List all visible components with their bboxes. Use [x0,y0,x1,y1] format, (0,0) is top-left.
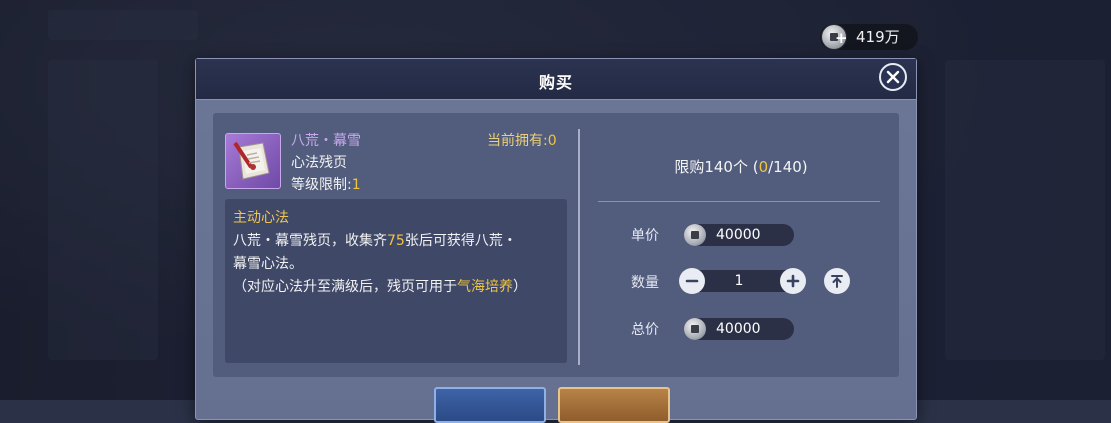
limit-text: /140) [768,158,808,176]
max-quantity-icon [831,275,843,288]
item-name: 八荒・幕雪 [291,133,361,149]
description-highlight-link: 气海培养 [457,279,513,295]
scroll-page-icon [233,141,270,180]
dialog-title: 购买 [538,73,573,92]
description-text: ） [513,279,527,295]
limit-text: 限购140个 ( [674,158,759,176]
unit-price-value: 40000 [716,227,761,243]
currency-amount: 419万 [856,28,900,46]
dialog-content: 八荒・幕雪 心法残页 等级限制:1 当前拥有:0 主动心法 八荒・幕雪残页，收集… [213,113,899,377]
total-price-value: 40000 [716,321,761,337]
plus-icon [786,274,800,288]
owned-value: 0 [547,133,557,149]
description-line: （对应心法升至满级后，残页可用于气海培养） [233,276,527,296]
description-box: 主动心法 八荒・幕雪残页，收集齐75张后可获得八荒・ 幕雪心法。 （对应心法升至… [225,199,567,363]
item-type: 心法残页 [291,155,347,171]
description-heading: 主动心法 [233,210,289,226]
description-highlight-count: 75 [387,233,405,249]
description-line: 幕雪心法。 [233,256,303,272]
minus-icon [685,279,699,283]
decrease-quantity-button[interactable] [679,268,705,294]
silver-coin-icon [684,318,706,340]
close-icon [886,70,900,84]
increase-quantity-button[interactable] [780,268,806,294]
dialog-title-bar: 购买 [196,59,916,100]
unit-price-label: 单价 [631,228,659,244]
purchase-limit: 限购140个 (0/140) [583,156,899,177]
level-limit-label: 等级限制: [291,177,352,193]
item-level-limit: 等级限制:1 [291,174,361,194]
description-text: 八荒・幕雪残页，收集齐 [233,233,387,249]
silver-coin-icon [684,224,706,246]
buy-button[interactable] [558,387,670,423]
owned-count: 当前拥有:0 [487,130,557,150]
quantity-value[interactable]: 1 [709,270,769,292]
level-limit-value: 1 [351,177,361,193]
purchase-dialog: 购买 八荒・幕雪 心法残页 等级限制:1 当前拥有:0 主动心法 八荒・幕雪残页… [195,58,917,423]
horizontal-divider [598,201,880,202]
max-quantity-button[interactable] [824,268,850,294]
cancel-button[interactable] [434,387,546,423]
total-price-label: 总价 [631,322,659,338]
description-line: 八荒・幕雪残页，收集齐75张后可获得八荒・ [233,230,517,250]
plus-icon[interactable]: + [835,31,848,46]
close-button[interactable] [879,63,907,91]
owned-label: 当前拥有: [487,133,548,149]
quantity-label: 数量 [631,275,659,291]
limit-current: 0 [758,158,769,176]
description-text: （对应心法升至满级后，残页可用于 [233,279,457,295]
item-slot[interactable] [225,133,281,189]
description-text: 张后可获得八荒・ [404,233,517,249]
vertical-divider [578,129,580,365]
